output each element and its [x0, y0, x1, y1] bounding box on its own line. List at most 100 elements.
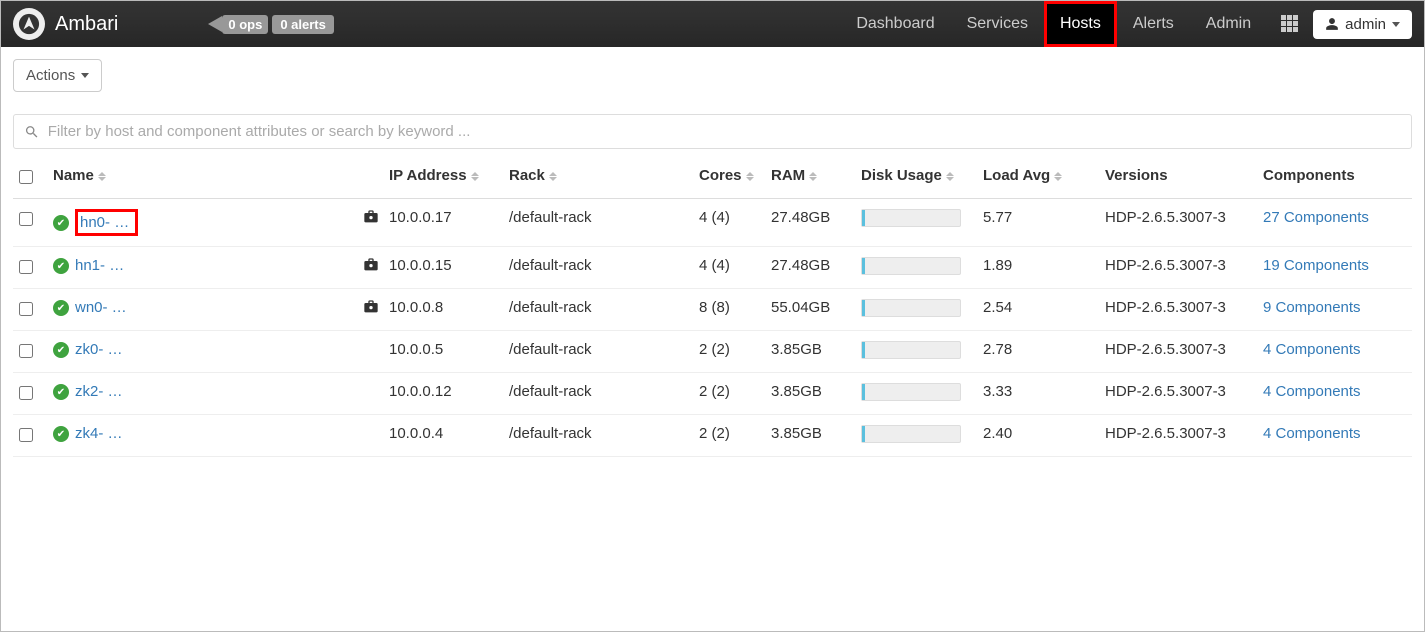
col-rack[interactable]: Rack [503, 157, 693, 199]
rack-cell: /default-rack [503, 289, 693, 331]
alerts-badge[interactable]: 0 alerts [272, 15, 334, 34]
col-name[interactable]: Name [47, 157, 357, 199]
maintenance-icon [357, 289, 383, 331]
rack-cell: /default-rack [503, 373, 693, 415]
host-name-link[interactable]: zk0- … [75, 341, 123, 358]
sort-icon [549, 172, 557, 181]
components-link[interactable]: 4 Components [1263, 341, 1361, 358]
load-cell: 3.33 [977, 373, 1099, 415]
rack-cell: /default-rack [503, 331, 693, 373]
ip-cell: 10.0.0.17 [383, 199, 503, 247]
hosts-filter-bar[interactable] [13, 114, 1412, 149]
disk-usage-bar [861, 341, 961, 359]
col-ip[interactable]: IP Address [383, 157, 503, 199]
ram-cell: 3.85GB [765, 373, 855, 415]
components-link[interactable]: 4 Components [1263, 425, 1361, 442]
select-all-checkbox[interactable] [19, 170, 33, 184]
table-row: ✔ hn0- … 10.0.0.17/default-rack4 (4)27.48G… [13, 199, 1412, 247]
nav-dashboard[interactable]: Dashboard [840, 1, 950, 47]
col-components: Components [1257, 157, 1412, 199]
brand[interactable]: Ambari [13, 8, 118, 40]
host-name-link[interactable]: hn0- … [75, 209, 138, 236]
ip-cell: 10.0.0.15 [383, 247, 503, 289]
components-link[interactable]: 9 Components [1263, 299, 1361, 316]
version-cell: HDP-2.6.5.3007-3 [1099, 373, 1257, 415]
table-row: ✔zk0- …10.0.0.5/default-rack2 (2)3.85GB2… [13, 331, 1412, 373]
load-cell: 2.54 [977, 289, 1099, 331]
col-ram[interactable]: RAM [765, 157, 855, 199]
nav-links: Dashboard Services Hosts Alerts Admin ad… [840, 1, 1412, 47]
load-cell: 2.78 [977, 331, 1099, 373]
row-checkbox[interactable] [19, 260, 33, 274]
host-name-link[interactable]: hn1- … [75, 257, 124, 274]
row-checkbox[interactable] [19, 212, 33, 226]
health-ok-icon: ✔ [53, 342, 69, 358]
host-name-link[interactable]: zk4- … [75, 425, 123, 442]
nav-admin[interactable]: Admin [1190, 1, 1267, 47]
cores-cell: 8 (8) [693, 289, 765, 331]
row-checkbox[interactable] [19, 302, 33, 316]
ip-cell: 10.0.0.12 [383, 373, 503, 415]
row-checkbox[interactable] [19, 428, 33, 442]
hosts-filter-input[interactable] [48, 123, 1401, 140]
health-ok-icon: ✔ [53, 215, 69, 231]
disk-usage-bar [861, 425, 961, 443]
user-label: admin [1345, 16, 1386, 33]
table-row: ✔ hn1- … 10.0.0.15/default-rack4 (4)27.48G… [13, 247, 1412, 289]
nav-hosts[interactable]: Hosts [1044, 1, 1117, 47]
col-load[interactable]: Load Avg [977, 157, 1099, 199]
cores-cell: 4 (4) [693, 199, 765, 247]
cores-cell: 4 (4) [693, 247, 765, 289]
hosts-table: Name IP Address Rack Cores RAM Disk Usag… [13, 157, 1412, 457]
version-cell: HDP-2.6.5.3007-3 [1099, 247, 1257, 289]
maintenance-icon [357, 373, 383, 415]
ops-badge[interactable]: 0 ops [208, 15, 268, 34]
health-ok-icon: ✔ [53, 426, 69, 442]
ram-cell: 3.85GB [765, 331, 855, 373]
row-checkbox[interactable] [19, 386, 33, 400]
caret-down-icon [81, 73, 89, 78]
maintenance-icon [357, 247, 383, 289]
user-icon [1325, 17, 1339, 31]
version-cell: HDP-2.6.5.3007-3 [1099, 289, 1257, 331]
rack-cell: /default-rack [503, 199, 693, 247]
hosts-table-header: Name IP Address Rack Cores RAM Disk Usag… [13, 157, 1412, 199]
user-menu-button[interactable]: admin [1313, 10, 1412, 39]
ip-cell: 10.0.0.8 [383, 289, 503, 331]
rack-cell: /default-rack [503, 247, 693, 289]
table-row: ✔zk2- …10.0.0.12/default-rack2 (2)3.85GB… [13, 373, 1412, 415]
col-disk[interactable]: Disk Usage [855, 157, 977, 199]
sort-icon [471, 172, 479, 181]
cores-cell: 2 (2) [693, 415, 765, 457]
sort-icon [98, 172, 106, 181]
apps-grid-icon[interactable] [1281, 15, 1299, 33]
load-cell: 5.77 [977, 199, 1099, 247]
sort-icon [1054, 172, 1062, 181]
ip-cell: 10.0.0.5 [383, 331, 503, 373]
maintenance-icon [357, 199, 383, 247]
disk-usage-bar [861, 299, 961, 317]
ambari-logo-icon [13, 8, 45, 40]
nav-alerts[interactable]: Alerts [1117, 1, 1190, 47]
version-cell: HDP-2.6.5.3007-3 [1099, 415, 1257, 457]
table-row: ✔wn0- …10.0.0.8/default-rack8 (8)55.04GB… [13, 289, 1412, 331]
ram-cell: 27.48GB [765, 247, 855, 289]
brand-name: Ambari [55, 13, 118, 36]
version-cell: HDP-2.6.5.3007-3 [1099, 199, 1257, 247]
cores-cell: 2 (2) [693, 373, 765, 415]
sort-icon [946, 172, 954, 181]
components-link[interactable]: 4 Components [1263, 383, 1361, 400]
col-cores[interactable]: Cores [693, 157, 765, 199]
host-name-link[interactable]: wn0- … [75, 299, 127, 316]
row-checkbox[interactable] [19, 344, 33, 358]
host-name-link[interactable]: zk2- … [75, 383, 123, 400]
components-link[interactable]: 19 Components [1263, 257, 1369, 274]
health-ok-icon: ✔ [53, 258, 69, 274]
nav-services[interactable]: Services [951, 1, 1044, 47]
ram-cell: 27.48GB [765, 199, 855, 247]
version-cell: HDP-2.6.5.3007-3 [1099, 331, 1257, 373]
components-link[interactable]: 27 Components [1263, 209, 1369, 226]
load-cell: 2.40 [977, 415, 1099, 457]
actions-button[interactable]: Actions [13, 59, 102, 92]
actions-label: Actions [26, 67, 75, 84]
